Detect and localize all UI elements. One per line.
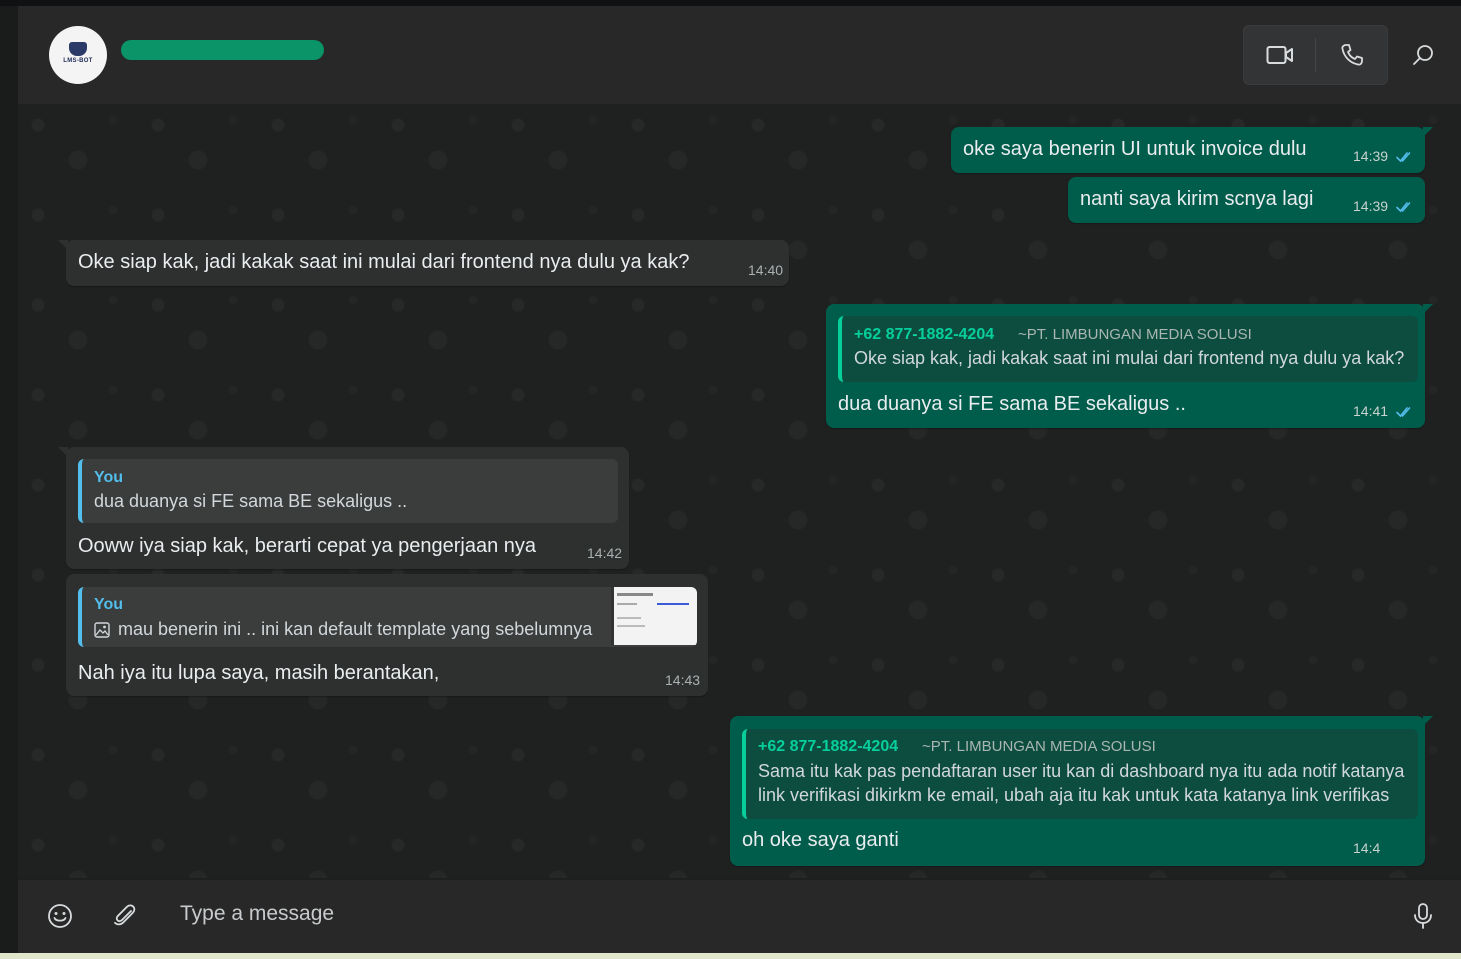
attach-button[interactable] — [108, 899, 142, 933]
voice-call-icon — [1340, 44, 1363, 66]
voice-call-button[interactable] — [1316, 26, 1387, 84]
image-icon — [94, 622, 110, 638]
quoted-sender: You — [94, 596, 124, 613]
window-bottom-edge — [0, 953, 1461, 959]
quoted-sender: +62 877-1882-4204 — [854, 326, 995, 343]
quoted-text: Oke siap kak, jadi kakak saat ini mulai … — [854, 348, 1405, 368]
quoted-sender: +62 877-1882-4204 — [758, 738, 899, 755]
message-time: 14:4 — [1353, 840, 1381, 856]
message-bubble-incoming[interactable]: Oke siap kak, jadi kakak saat ini mulai … — [58, 240, 789, 286]
quoted-text: dua duanya si FE sama BE sekaligus .. — [94, 491, 408, 511]
chat-header: LMS-BOT — [18, 6, 1461, 105]
message-time: 14:43 — [665, 672, 701, 688]
message-list[interactable]: oke saya benerin UI untuk invoice dulu 1… — [18, 105, 1461, 878]
message-bubble-outgoing[interactable]: +62 877-1882-4204 ~PT. LIMBUNGAN MEDIA S… — [730, 716, 1433, 866]
video-call-button[interactable] — [1244, 26, 1315, 84]
message-text: Ooww iya siap kak, berarti cepat ya peng… — [78, 535, 537, 557]
quoted-text-line2: link verifikasi dikirkm ke email, ubah a… — [758, 785, 1390, 805]
search-icon — [1413, 45, 1433, 65]
voice-message-button[interactable] — [1406, 899, 1440, 933]
microphone-icon — [1414, 903, 1432, 929]
message-bubble-incoming[interactable]: You mau benerin ini .. ini kan default t… — [66, 574, 708, 696]
bubble-tail — [1423, 716, 1433, 726]
quoted-pushname: ~PT. LIMBUNGAN MEDIA SOLUSI — [1018, 326, 1252, 343]
bubble-tail — [58, 240, 68, 250]
message-text: dua duanya si FE sama BE sekaligus .. — [838, 393, 1186, 415]
quoted-pushname: ~PT. LIMBUNGAN MEDIA SOLUSI — [922, 738, 1156, 755]
thumb-line — [657, 603, 689, 605]
thumb-sidebar — [611, 587, 614, 645]
quoted-text: mau benerin ini .. ini kan default templ… — [118, 619, 593, 639]
thumb-line — [617, 617, 641, 619]
message-time: 14:39 — [1353, 148, 1389, 164]
message-bubble-outgoing[interactable]: +62 877-1882-4204 ~PT. LIMBUNGAN MEDIA S… — [826, 304, 1433, 428]
message-composer: Type a message — [18, 879, 1461, 954]
read-tick-icon — [1396, 407, 1411, 418]
contact-avatar[interactable]: LMS-BOT — [49, 26, 107, 84]
video-call-icon — [1266, 46, 1293, 64]
message-text: oke saya benerin UI untuk invoice dulu — [963, 138, 1307, 160]
contact-name-redacted[interactable] — [121, 40, 324, 60]
message-bubble-outgoing[interactable]: oke saya benerin UI untuk invoice dulu 1… — [951, 127, 1433, 173]
quoted-message[interactable]: You mau benerin ini .. ini kan default t… — [78, 587, 697, 647]
bubble-tail — [1423, 127, 1433, 137]
read-tick-icon — [1396, 152, 1411, 163]
quoted-image-thumbnail[interactable] — [611, 587, 697, 645]
quoted-sender: You — [94, 469, 124, 486]
emoji-button[interactable] — [43, 899, 77, 933]
message-text: Nah iya itu lupa saya, masih berantakan, — [78, 662, 440, 684]
bubble-tail — [58, 447, 68, 457]
call-button-group — [1243, 25, 1388, 85]
avatar-label: LMS-BOT — [63, 57, 93, 64]
paperclip-icon — [114, 904, 136, 926]
quoted-message[interactable]: You dua duanya si FE sama BE sekaligus .… — [78, 459, 618, 523]
left-panel-edge — [0, 6, 18, 959]
emoji-icon — [48, 904, 72, 928]
message-input[interactable]: Type a message — [180, 902, 334, 926]
thumb-line — [617, 603, 637, 605]
quoted-message[interactable]: +62 877-1882-4204 ~PT. LIMBUNGAN MEDIA S… — [742, 729, 1418, 819]
read-tick-icon — [1396, 202, 1411, 213]
message-bubble-incoming[interactable]: You dua duanya si FE sama BE sekaligus .… — [58, 447, 629, 569]
message-time: 14:40 — [748, 262, 784, 278]
thumb-line — [617, 625, 645, 627]
message-time: 14:39 — [1353, 198, 1389, 214]
message-text: oh oke saya ganti — [742, 829, 899, 851]
message-time: 14:41 — [1353, 403, 1389, 419]
message-bubble-outgoing[interactable]: nanti saya kirim scnya lagi 14:39 — [1068, 177, 1425, 223]
message-text: Oke siap kak, jadi kakak saat ini mulai … — [78, 251, 690, 273]
thumb-line — [617, 593, 653, 596]
message-text: nanti saya kirim scnya lagi — [1080, 188, 1314, 210]
quoted-text-line1: Sama itu kak pas pendaftaran user itu ka… — [758, 761, 1405, 781]
message-time: 14:42 — [587, 545, 623, 561]
bubble-tail — [1423, 304, 1433, 314]
quoted-message[interactable]: +62 877-1882-4204 ~PT. LIMBUNGAN MEDIA S… — [838, 316, 1418, 382]
avatar-crest-icon — [69, 41, 87, 56]
search-button[interactable] — [1408, 40, 1438, 70]
